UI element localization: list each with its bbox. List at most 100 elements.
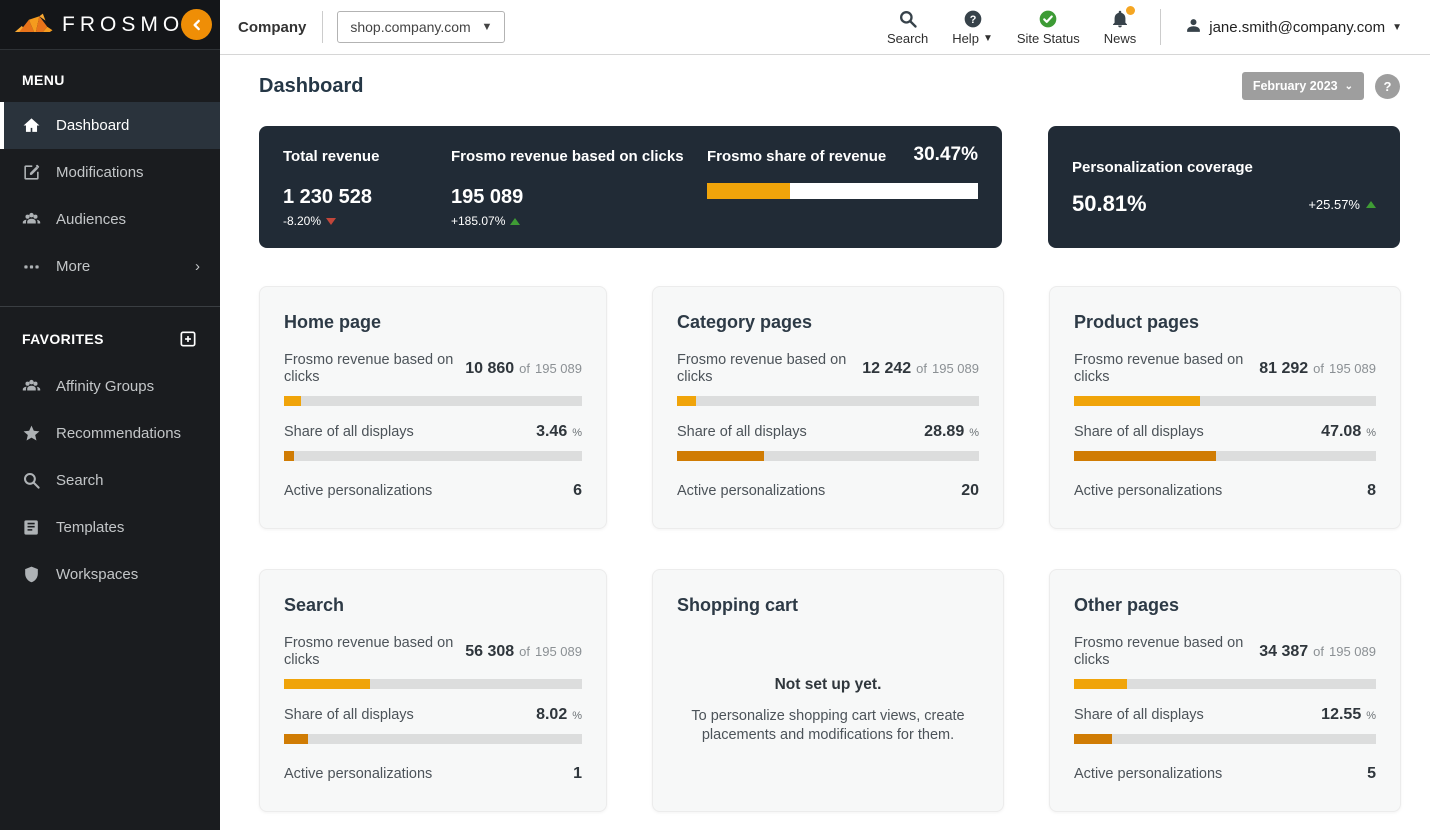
active-personalizations-label: Active personalizations bbox=[284, 482, 433, 499]
sidebar-item-audiences[interactable]: Audiences bbox=[0, 196, 220, 243]
revenue-bar bbox=[284, 679, 582, 690]
chevron-down-icon: ⌄ bbox=[1344, 80, 1353, 92]
sidebar-item-recommendations[interactable]: Recommendations bbox=[0, 410, 220, 457]
ellipsis-icon bbox=[22, 257, 41, 276]
percent-suffix: % bbox=[572, 427, 582, 440]
active-personalizations-value: 8 bbox=[1367, 482, 1376, 500]
trend-up-icon bbox=[510, 217, 521, 225]
share-metric-value: 28.89 bbox=[924, 423, 965, 441]
revenue-metric-label: Frosmo revenue based on clicks bbox=[284, 635, 454, 669]
edit-icon bbox=[22, 163, 41, 182]
period-selector-button[interactable]: February 2023 ⌄ bbox=[1241, 72, 1364, 100]
total-revenue-value: 1 230 528 bbox=[283, 186, 372, 208]
user-email: jane.smith@company.com bbox=[1209, 18, 1386, 36]
share-metric-value: 8.02 bbox=[536, 706, 568, 724]
frosmo-revenue-change: +185.07% bbox=[451, 214, 506, 228]
search-icon bbox=[22, 471, 41, 490]
share-bar bbox=[1074, 451, 1376, 462]
search-pages-card: Search Frosmo revenue based on clicks 56… bbox=[259, 569, 607, 812]
of-label: of bbox=[1313, 361, 1324, 377]
topbar-actions: Search ? Help ▼ Site Status News jane.sm… bbox=[887, 6, 1402, 46]
svg-text:?: ? bbox=[969, 14, 976, 26]
sidebar-item-more[interactable]: More › bbox=[0, 243, 220, 290]
site-selector-dropdown[interactable]: shop.company.com ▼ bbox=[337, 11, 506, 43]
revenue-metric-value: 56 308 bbox=[465, 643, 515, 661]
revenue-metric-value: 12 242 bbox=[862, 360, 912, 378]
empty-state-text: To personalize shopping cart views, crea… bbox=[691, 708, 965, 744]
revenue-metric-label: Frosmo revenue based on clicks bbox=[284, 352, 454, 386]
personalization-coverage-card: Personalization coverage 50.81% +25.57% bbox=[1048, 126, 1400, 248]
revenue-bar bbox=[1074, 679, 1376, 690]
percent-suffix: % bbox=[1366, 427, 1376, 440]
user-icon bbox=[1185, 17, 1202, 38]
sidebar-item-label: Workspaces bbox=[56, 566, 139, 583]
sidebar-item-search[interactable]: Search bbox=[0, 457, 220, 504]
menu-section-header: MENU bbox=[0, 50, 220, 102]
other-pages-card: Other pages Frosmo revenue based on clic… bbox=[1049, 569, 1401, 812]
card-title: Product pages bbox=[1074, 312, 1200, 332]
of-label: of bbox=[916, 361, 927, 377]
sidebar-item-workspaces[interactable]: Workspaces bbox=[0, 551, 220, 598]
help-label: Help bbox=[952, 31, 979, 46]
revenue-total: 195 089 bbox=[932, 361, 979, 377]
sidebar-item-modifications[interactable]: Modifications bbox=[0, 149, 220, 196]
of-label: of bbox=[1313, 644, 1324, 660]
active-personalizations-label: Active personalizations bbox=[677, 482, 826, 499]
product-pages-card: Product pages Frosmo revenue based on cl… bbox=[1049, 286, 1401, 529]
app-window: FROSMO MENU Dashboard Modifications Audi… bbox=[0, 0, 1430, 830]
favorites-section-header: FAVORITES bbox=[0, 307, 220, 363]
active-personalizations-label: Active personalizations bbox=[1074, 482, 1223, 499]
active-personalizations-label: Active personalizations bbox=[1074, 765, 1223, 782]
topbar-divider bbox=[1160, 9, 1162, 45]
sidebar-item-label: Templates bbox=[56, 519, 125, 536]
total-revenue-label: Total revenue bbox=[283, 148, 380, 165]
caret-down-icon: ▼ bbox=[1392, 21, 1402, 33]
sidebar-item-templates[interactable]: Templates bbox=[0, 504, 220, 551]
revenue-metric-value: 10 860 bbox=[465, 360, 515, 378]
sidebar-item-affinity-groups[interactable]: Affinity Groups bbox=[0, 363, 220, 410]
share-metric-label: Share of all displays bbox=[677, 423, 807, 440]
dashboard-help-button[interactable]: ? bbox=[1375, 73, 1400, 99]
check-circle-icon bbox=[1038, 8, 1058, 29]
sidebar-item-label: Search bbox=[56, 472, 104, 489]
share-of-revenue-bar bbox=[707, 183, 978, 199]
revenue-metric-label: Frosmo revenue based on clicks bbox=[677, 352, 847, 386]
page-type-cards: Home page Frosmo revenue based on clicks… bbox=[259, 286, 1401, 812]
active-personalizations-value: 1 bbox=[573, 765, 582, 783]
revenue-total: 195 089 bbox=[535, 361, 582, 377]
news-label: News bbox=[1103, 31, 1137, 46]
percent-suffix: % bbox=[1366, 710, 1376, 723]
shield-icon bbox=[22, 565, 41, 584]
active-personalizations-label: Active personalizations bbox=[284, 765, 433, 782]
share-of-revenue-label: Frosmo share of revenue bbox=[707, 148, 887, 165]
chevron-right-icon: › bbox=[195, 258, 200, 275]
total-revenue-change: -8.20% bbox=[283, 214, 322, 228]
active-personalizations-value: 6 bbox=[573, 482, 582, 500]
share-bar bbox=[284, 451, 582, 462]
period-label: February 2023 bbox=[1252, 79, 1338, 93]
sidebar-item-dashboard[interactable]: Dashboard bbox=[0, 102, 220, 149]
trend-down-icon bbox=[326, 217, 337, 225]
menu-header-label: MENU bbox=[22, 72, 65, 88]
add-favorite-button[interactable] bbox=[178, 329, 198, 349]
company-label: Company bbox=[238, 18, 307, 36]
share-metric-label: Share of all displays bbox=[1074, 706, 1204, 723]
share-bar bbox=[1074, 734, 1376, 745]
sidebar-item-label: Audiences bbox=[56, 211, 127, 228]
card-title: Category pages bbox=[677, 312, 813, 332]
topbar-divider bbox=[322, 11, 324, 43]
search-button[interactable]: Search bbox=[887, 8, 928, 46]
sidebar-collapse-button[interactable] bbox=[181, 9, 212, 40]
share-metric-label: Share of all displays bbox=[284, 423, 414, 440]
help-menu-button[interactable]: ? Help ▼ bbox=[952, 8, 993, 46]
news-button[interactable]: News bbox=[1103, 6, 1137, 46]
card-title: Search bbox=[284, 595, 345, 615]
share-metric-label: Share of all displays bbox=[284, 706, 414, 723]
user-menu[interactable]: jane.smith@company.com ▼ bbox=[1185, 17, 1402, 38]
frosmo-revenue-label: Frosmo revenue based on clicks bbox=[451, 148, 684, 165]
revenue-metric-label: Frosmo revenue based on clicks bbox=[1074, 635, 1244, 669]
site-selector-value: shop.company.com bbox=[350, 19, 471, 35]
frosmo-fox-icon bbox=[14, 13, 53, 32]
of-label: of bbox=[519, 361, 530, 377]
site-status-button[interactable]: Site Status bbox=[1017, 8, 1080, 46]
